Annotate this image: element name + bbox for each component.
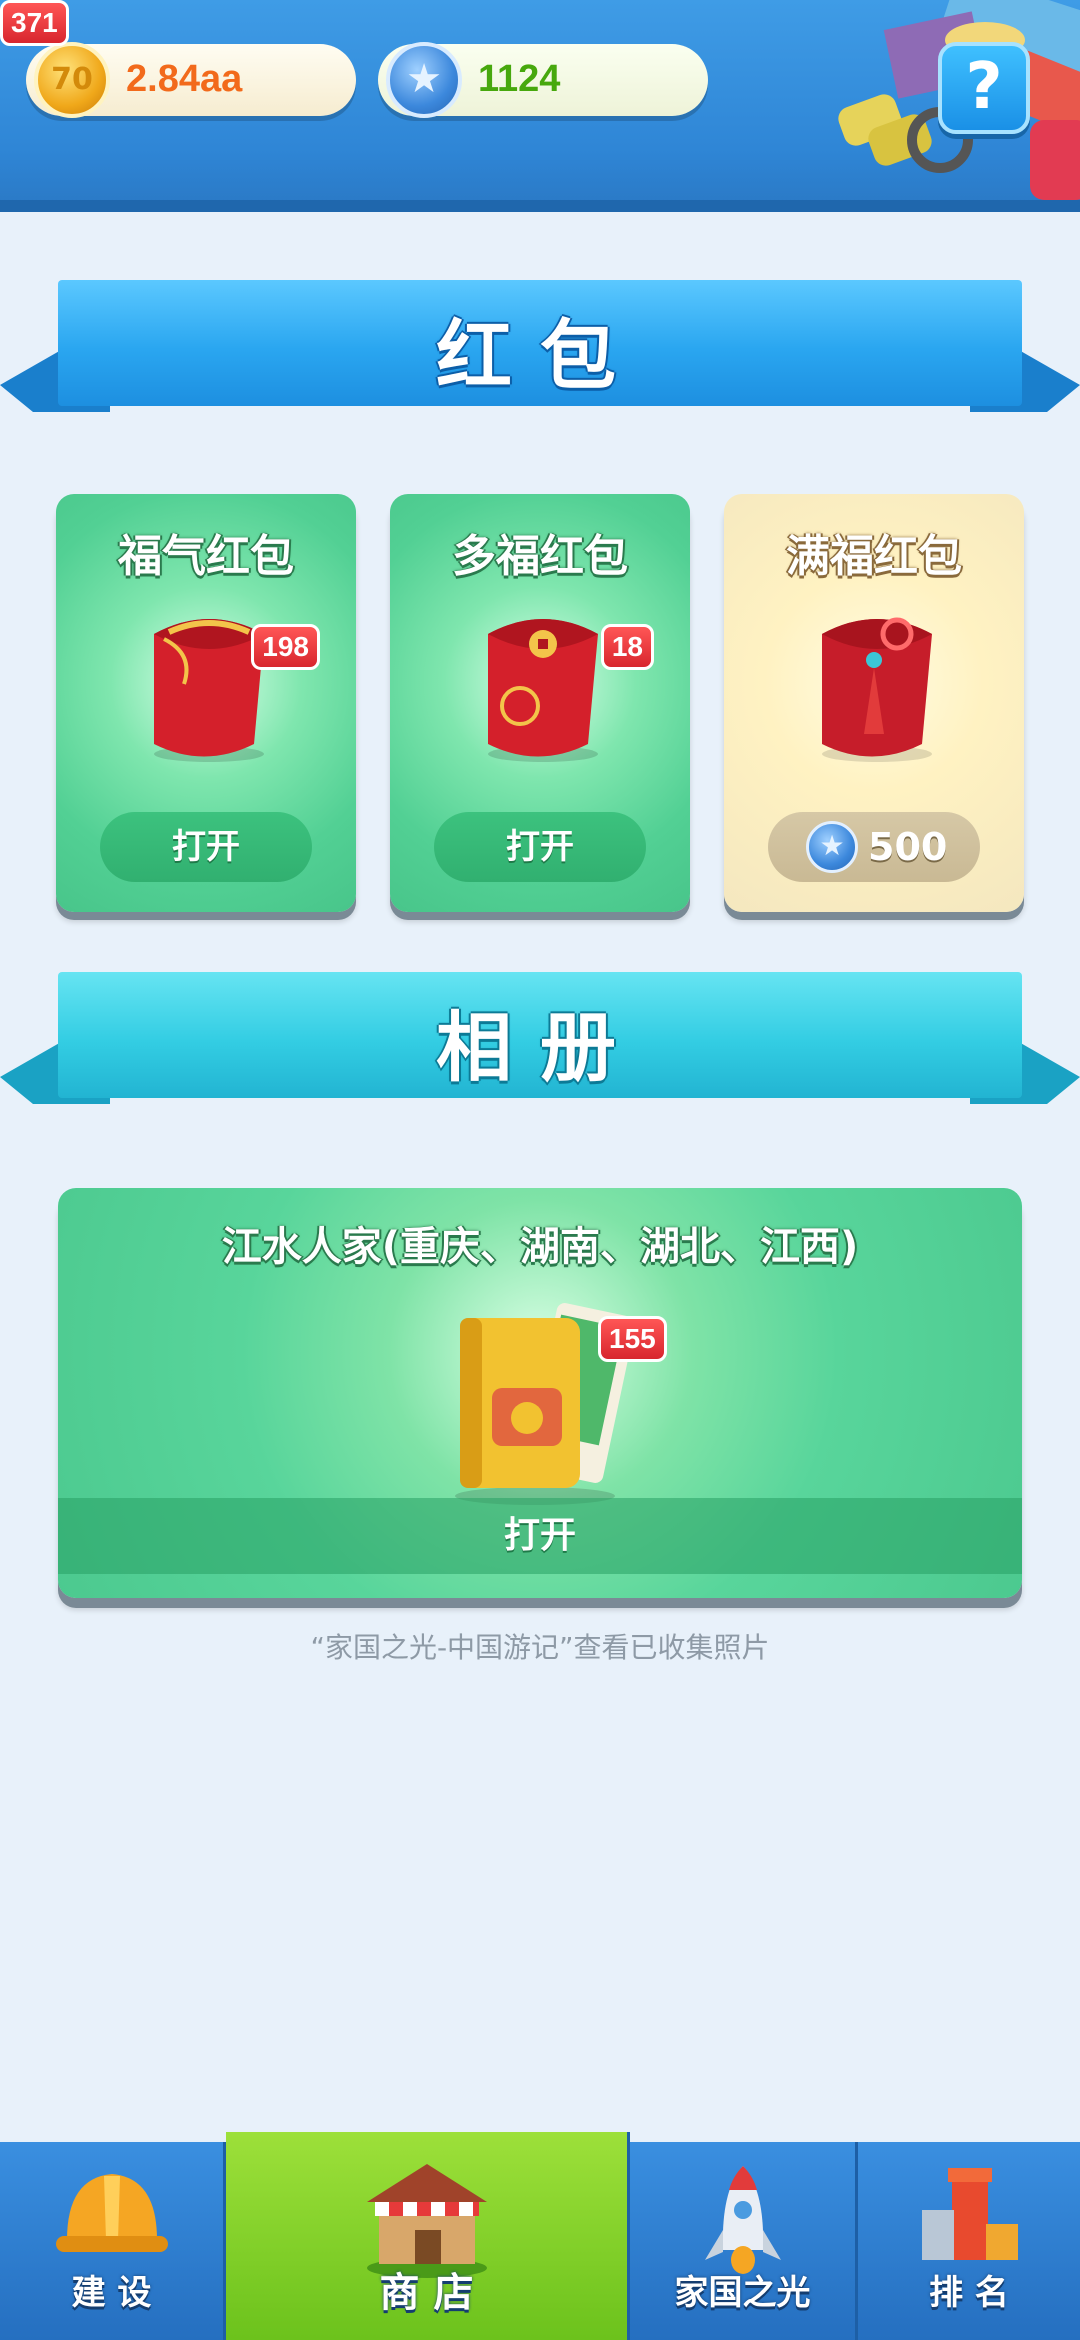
- bottom-navigation: 建 设 商 店 家国之光 排 名: [0, 2132, 1080, 2340]
- coin-balance[interactable]: 70 2.84aa: [26, 42, 356, 118]
- tab-build[interactable]: 建 设: [0, 2142, 226, 2340]
- hard-hat-icon: [55, 2174, 168, 2252]
- open-album-button[interactable]: 打开: [58, 1498, 1022, 1574]
- coin-balance-value: 2.84aa: [126, 58, 243, 100]
- album-section-banner: 相册: [0, 964, 1080, 1114]
- tab-ranking[interactable]: 排 名: [858, 2142, 1080, 2340]
- red-packet-name: 满福红包: [786, 531, 962, 582]
- buy-red-packet-button[interactable]: ★ 500: [768, 812, 980, 882]
- gold-coin-icon: 70: [34, 42, 110, 118]
- shop-notification-badge: 371: [0, 0, 69, 46]
- red-packet-icon: [154, 619, 264, 762]
- ranking-podium-icon: [922, 2168, 1018, 2260]
- tab-label: 建 设: [71, 2273, 152, 2313]
- red-packet-count-badge: 18: [600, 624, 654, 670]
- album-hint-text: “家国之光-中国游记”查看已收集照片: [310, 1631, 770, 1664]
- album-name: 江水人家(重庆、湖南、湖北、江西): [221, 1224, 859, 1270]
- album-section-title: 相册: [436, 1003, 644, 1092]
- red-packet-icon: [488, 619, 598, 762]
- tab-home-light[interactable]: 家国之光: [630, 2142, 858, 2340]
- tab-label: 家国之光: [674, 2273, 811, 2313]
- open-red-packet-button[interactable]: 打开: [100, 812, 312, 882]
- tab-shop[interactable]: 商 店: [226, 2132, 630, 2340]
- red-packet-count-badge: 198: [251, 624, 320, 670]
- red-packet-card-fuqi[interactable]: 福气红包 198 打开: [56, 494, 356, 912]
- open-red-packet-button[interactable]: 打开: [434, 812, 646, 882]
- help-button[interactable]: ?: [938, 42, 1030, 134]
- rocket-icon: [704, 2166, 781, 2274]
- blue-star-gem-icon: ★: [806, 821, 858, 873]
- tab-label: 排 名: [929, 2273, 1009, 2313]
- top-bar: 70 2.84aa ★ 1124 ?: [0, 0, 1080, 212]
- gem-balance[interactable]: ★ 1124: [378, 42, 708, 118]
- tab-label: 商 店: [379, 2270, 474, 2316]
- album-count-badge: 155: [598, 1316, 667, 1362]
- red-packet-card-manfu[interactable]: 满福红包 ★ 500: [724, 494, 1024, 912]
- blue-star-gem-icon: ★: [386, 42, 462, 118]
- red-packet-card-duofu[interactable]: 多福红包 18 打开: [390, 494, 690, 912]
- red-packet-cost: 500: [868, 825, 948, 869]
- album-card[interactable]: 江水人家(重庆、湖南、湖北、江西) 155 打开: [58, 1188, 1022, 1598]
- gem-balance-value: 1124: [478, 58, 561, 100]
- red-packet-icon: [822, 617, 932, 762]
- red-packet-name: 多福红包: [452, 531, 628, 582]
- red-packet-name: 福气红包: [118, 531, 294, 582]
- red-packet-section-title: 红包: [436, 311, 644, 400]
- red-packet-section-banner: 红包: [0, 272, 1080, 422]
